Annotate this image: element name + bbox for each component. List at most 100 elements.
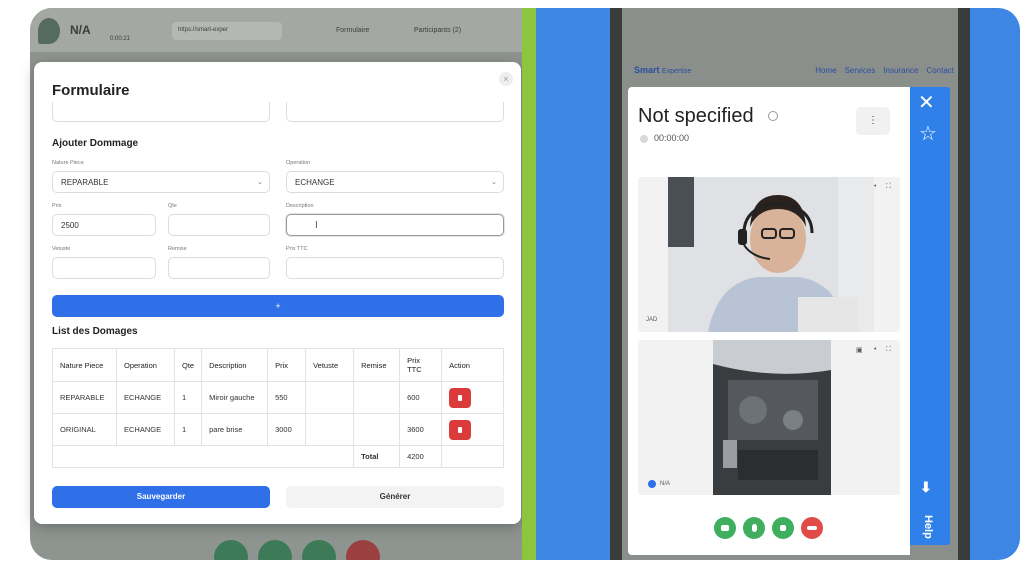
add-damage-button[interactable]: + xyxy=(52,295,504,317)
fullscreen-icon[interactable]: ⛶ xyxy=(886,346,891,354)
add-damage-title: Ajouter Dommage xyxy=(52,138,139,149)
call-controls xyxy=(714,517,823,539)
header-prix-ttc: Prix TTC xyxy=(399,348,443,382)
cell-nature: REPARABLE xyxy=(52,381,117,414)
cell-action xyxy=(441,413,504,446)
qte-input[interactable] xyxy=(168,214,270,236)
header-qte: Qte xyxy=(173,348,203,382)
fullscreen-icon[interactable]: ⛶ xyxy=(886,183,891,191)
nav-insurance[interactable]: Insurance xyxy=(883,66,918,75)
nav-services[interactable]: Services xyxy=(845,66,876,75)
background-url-field[interactable]: https://smart-exper xyxy=(172,22,282,40)
site-logo-sub: Expertise xyxy=(662,68,692,75)
background-speaker-button[interactable] xyxy=(302,540,336,560)
prix-ttc-label: Prix TTC xyxy=(286,246,308,252)
call-timer: 00:00:00 xyxy=(654,133,690,143)
header-vetuste: Vetuste xyxy=(305,348,355,382)
participant-video xyxy=(668,177,874,332)
modal-title: Formulaire xyxy=(52,82,130,99)
screen-share-icon[interactable]: ▣ xyxy=(856,346,863,354)
pin-icon[interactable]: • xyxy=(874,346,876,353)
chevron-down-icon: ⌄ xyxy=(491,179,497,186)
total-row: Total 4200 xyxy=(51,445,504,468)
description-input[interactable]: I xyxy=(286,214,504,236)
header-description: Description xyxy=(201,348,269,382)
cell-nature: ORIGINAL xyxy=(52,413,117,446)
cell-prix: 3000 xyxy=(267,413,307,446)
trash-icon[interactable] xyxy=(449,387,472,408)
background-title: N/A xyxy=(70,23,91,37)
header-operation: Operation xyxy=(116,348,175,382)
call-title: Not specified xyxy=(638,105,754,127)
site-logo[interactable]: Smart Expertise xyxy=(634,65,691,75)
self-video-tile[interactable]: N/A ▣ • ⛶ xyxy=(638,340,900,495)
text-cursor: I xyxy=(315,219,318,231)
background-mic-button[interactable] xyxy=(258,540,292,560)
prix-ttc-input[interactable] xyxy=(286,257,504,279)
participant-video-tile[interactable]: JAD • ⛶ xyxy=(638,177,900,332)
hangup-icon[interactable] xyxy=(801,517,823,539)
recording-dot-icon xyxy=(640,135,648,143)
self-video xyxy=(713,340,831,495)
remise-label: Remise xyxy=(168,246,187,252)
background-app-logo xyxy=(38,18,60,44)
self-name: N/A xyxy=(660,481,671,487)
trash-icon[interactable] xyxy=(449,419,472,440)
info-icon[interactable] xyxy=(768,111,778,121)
nature-piece-label: Nature Piece xyxy=(52,160,84,166)
nature-piece-value: REPARABLE xyxy=(61,177,109,187)
header-prix: Prix xyxy=(267,348,307,382)
header-nature-piece: Nature Piece xyxy=(52,348,117,382)
vetuste-input[interactable] xyxy=(52,257,156,279)
background-formulaire-tab[interactable]: Formulaire xyxy=(330,22,375,40)
close-icon[interactable]: ✕ xyxy=(918,93,935,113)
previous-field-left[interactable] xyxy=(52,102,270,122)
remise-input[interactable] xyxy=(168,257,270,279)
mic-icon[interactable] xyxy=(743,517,765,539)
cell-prix-ttc: 600 xyxy=(399,381,443,414)
cell-prix: 550 xyxy=(267,381,307,414)
cell-operation: ECHANGE xyxy=(116,413,175,446)
kebab-menu-icon[interactable]: ⋮ xyxy=(856,107,890,135)
cell-qte: 1 xyxy=(173,413,203,446)
screenshot-stage: N/A 0:00:21 https://smart-exper Formulai… xyxy=(0,0,1027,563)
help-label[interactable]: Help xyxy=(922,515,934,539)
prix-input[interactable]: 2500 xyxy=(52,214,156,236)
background-subtitle: 0:00:21 xyxy=(110,36,131,42)
call-widget: Not specified 00:00:00 ⋮ JAD • ⛶ N/A ▣ •… xyxy=(628,87,910,555)
total-value: 4200 xyxy=(399,445,443,468)
background-hangup-button[interactable] xyxy=(346,540,380,560)
operation-label: Operation xyxy=(286,160,311,166)
qte-label: Qte xyxy=(168,203,177,209)
nav-contact[interactable]: Contact xyxy=(926,66,954,75)
background-camera-button[interactable] xyxy=(214,540,248,560)
background-call-controls xyxy=(214,540,380,560)
damages-list-title: List des Domages xyxy=(52,326,138,337)
cell-description: pare brise xyxy=(201,413,269,446)
background-participants-tab[interactable]: Participants (2) xyxy=(408,22,467,40)
table-row: REPARABLE ECHANGE 1 Miroir gauche 550 60… xyxy=(52,381,504,414)
cell-vetuste xyxy=(305,413,355,446)
site-logo-main: Smart xyxy=(634,65,660,75)
camera-icon[interactable] xyxy=(714,517,736,539)
blue-background-right xyxy=(970,8,1020,560)
close-icon[interactable]: × xyxy=(499,72,513,86)
previous-field-right[interactable] xyxy=(286,102,504,122)
table-header-row: Nature Piece Operation Qte Description P… xyxy=(52,348,504,382)
damages-table: Nature Piece Operation Qte Description P… xyxy=(51,348,504,468)
save-button[interactable]: Sauvegarder xyxy=(52,486,270,508)
speaker-icon[interactable] xyxy=(772,517,794,539)
nature-piece-select[interactable]: REPARABLE ⌄ xyxy=(52,171,270,193)
total-spacer xyxy=(51,445,355,468)
generate-button[interactable]: Générer xyxy=(286,486,504,508)
help-sidebar: ✕ ☆ ⬇ Help xyxy=(910,87,950,545)
chevron-down-icon: ⌄ xyxy=(257,179,263,186)
cell-prix-ttc: 3600 xyxy=(399,413,443,446)
pin-icon[interactable]: • xyxy=(874,183,876,190)
nav-home[interactable]: Home xyxy=(815,66,836,75)
cell-description: Miroir gauche xyxy=(201,381,269,414)
operation-select[interactable]: ECHANGE ⌄ xyxy=(286,171,504,193)
star-icon[interactable]: ☆ xyxy=(919,124,937,144)
operation-value: ECHANGE xyxy=(295,177,335,187)
download-arrow-icon[interactable]: ⬇ xyxy=(920,479,932,496)
